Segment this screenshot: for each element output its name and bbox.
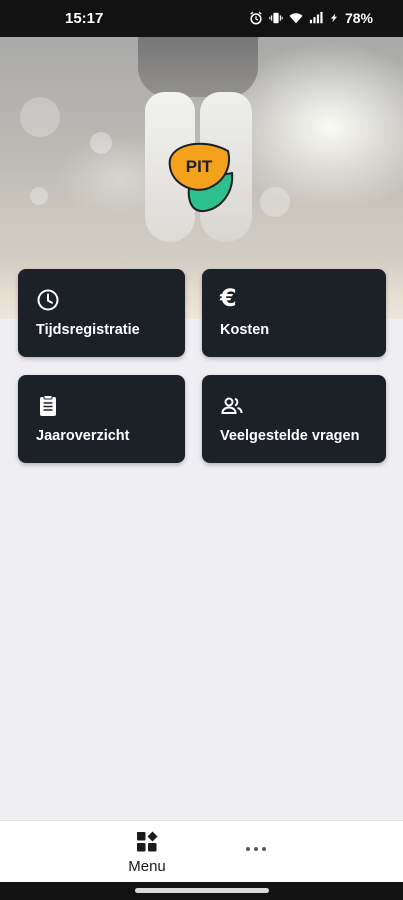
tile-label: Veelgestelde vragen <box>220 428 360 444</box>
status-bar: 15:17 78% <box>0 0 403 37</box>
grid-menu-icon <box>137 831 158 852</box>
bokeh-light <box>20 97 60 137</box>
tile-label: Jaaroverzicht <box>36 428 130 444</box>
clipboard-icon <box>40 395 56 416</box>
tile-jaaroverzicht[interactable]: Jaaroverzicht <box>18 375 185 463</box>
charging-icon <box>330 13 338 23</box>
nav-menu-label: Menu <box>128 858 166 875</box>
battery-percentage: 78% <box>344 10 373 26</box>
wifi-icon <box>289 13 303 24</box>
tile-veelgestelde-vragen[interactable]: Veelgestelde vragen <box>202 375 386 463</box>
system-gesture-bar <box>0 882 403 900</box>
bokeh-light <box>30 187 48 205</box>
tile-label: Tijdsregistratie <box>36 322 140 338</box>
tile-label: Kosten <box>220 322 270 338</box>
nav-more-button[interactable] <box>240 837 272 861</box>
signal-icon <box>309 11 323 24</box>
logo-text: PIT <box>185 157 213 176</box>
app-screen: 15:17 78% PIT Tijdsregistratie € Kosten … <box>0 0 403 900</box>
people-icon <box>221 397 243 414</box>
bokeh-light <box>260 187 290 217</box>
clock-icon <box>37 289 59 311</box>
status-icons: 78% <box>249 10 373 26</box>
bottom-navigation: Menu <box>0 820 403 882</box>
status-time: 15:17 <box>65 10 104 27</box>
tile-tijdsregistratie[interactable]: Tijdsregistratie <box>18 269 185 357</box>
bokeh-light <box>90 132 112 154</box>
gesture-handle[interactable] <box>135 888 269 893</box>
euro-icon: € <box>220 284 237 312</box>
nav-menu-button[interactable]: Menu <box>117 829 177 879</box>
tile-kosten[interactable]: € Kosten <box>202 269 386 357</box>
vibrate-icon <box>269 12 283 24</box>
pit-logo: PIT <box>166 137 238 213</box>
alarm-icon <box>250 11 262 25</box>
hero-legs <box>138 37 258 97</box>
